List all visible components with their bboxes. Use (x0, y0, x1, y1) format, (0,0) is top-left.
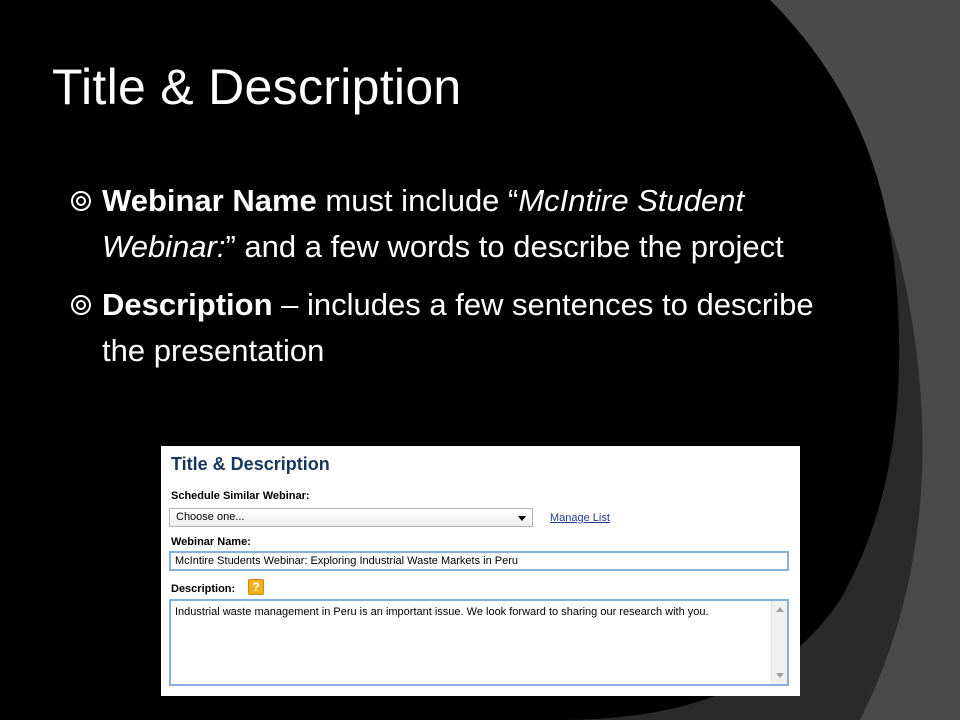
description-scrollbar[interactable] (771, 601, 787, 684)
chevron-down-icon (518, 516, 526, 521)
schedule-similar-value: Choose one... (176, 511, 245, 523)
schedule-similar-label: Schedule Similar Webinar: (171, 490, 310, 502)
bullet-list: Webinar Name must include “McIntire Stud… (70, 178, 830, 386)
scroll-down-icon[interactable] (776, 673, 784, 678)
slide-title: Title & Description (52, 59, 462, 115)
bullet-text: ” and a few words to describe the projec… (225, 229, 784, 264)
scroll-up-icon[interactable] (776, 607, 784, 612)
bullet-text: must include “ (316, 183, 519, 218)
bullet-webinar-name: Webinar Name must include “McIntire Stud… (70, 178, 830, 270)
webinar-form-screenshot: Title & Description Schedule Similar Web… (161, 446, 800, 696)
description-text: Industrial waste management in Peru is a… (175, 606, 709, 618)
schedule-similar-select[interactable]: Choose one... (169, 508, 533, 527)
manage-list-link[interactable]: Manage List (550, 512, 610, 524)
target-bullet-icon (71, 295, 91, 315)
webinar-name-label: Webinar Name: (171, 536, 251, 548)
help-icon[interactable]: ? (248, 579, 264, 595)
bullet-bold-text: Webinar Name (102, 183, 317, 218)
target-bullet-icon (71, 191, 91, 211)
bullet-description: Description – includes a few sentences t… (70, 282, 830, 374)
description-textarea[interactable]: Industrial waste management in Peru is a… (169, 599, 789, 686)
form-title: Title & Description (171, 454, 330, 474)
webinar-name-input[interactable]: McIntire Students Webinar: Exploring Ind… (169, 551, 789, 571)
bullet-bold-text: Description (102, 287, 273, 322)
description-label: Description: (171, 583, 236, 595)
